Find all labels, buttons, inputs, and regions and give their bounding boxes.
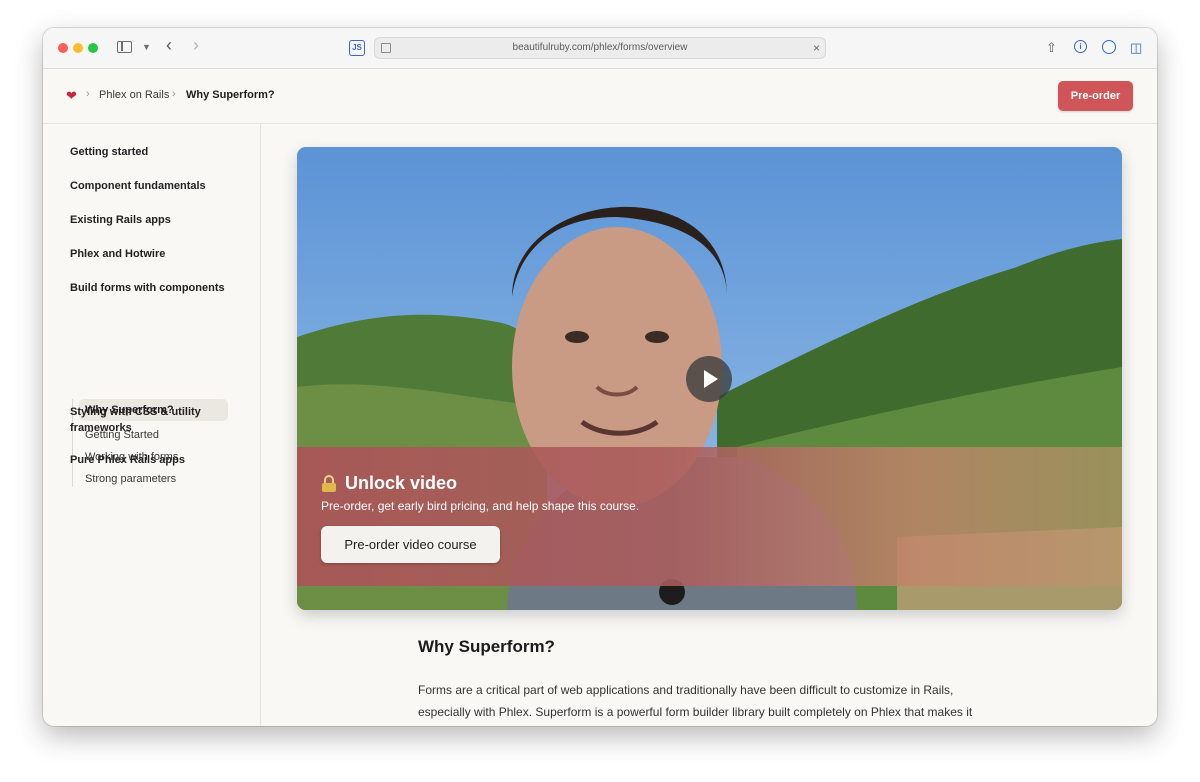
play-button[interactable] [686,356,732,402]
browser-window: ▼ ‹ › JS beautifulruby.com/phlex/forms/o… [43,28,1157,726]
sidebar-subitem-strong-parameters[interactable]: Strong parameters [85,473,176,485]
zoom-window-button[interactable] [88,43,98,53]
url-text[interactable]: beautifulruby.com/phlex/forms/overview [375,42,825,53]
unlock-overlay: Unlock video Pre-order, get early bird p… [297,447,1122,586]
unlock-subtitle: Pre-order, get early bird pricing, and h… [321,499,640,513]
sidebar-item-getting-started[interactable]: Getting started [70,146,148,158]
breadcrumb-chevron-icon: › [172,88,176,100]
info-icon[interactable]: i [1074,40,1087,53]
browser-toolbar: ▼ ‹ › JS beautifulruby.com/phlex/forms/o… [43,28,1157,69]
address-bar[interactable]: beautifulruby.com/phlex/forms/overview × [374,37,826,59]
breadcrumb-current: Why Superform? [186,89,275,101]
article-body: Forms are a critical part of web applica… [418,683,973,719]
back-icon[interactable]: ‹ [166,36,172,54]
preorder-button[interactable]: Pre-order [1058,81,1133,111]
lock-icon [322,475,336,492]
video-player[interactable]: Unlock video Pre-order, get early bird p… [297,147,1122,610]
breadcrumb-parent[interactable]: Phlex on Rails [99,89,169,101]
cube-icon[interactable]: ◫ [1130,40,1142,56]
course-sidebar: Getting started Component fundamentals E… [43,124,261,726]
sidebar-item-existing-rails-apps[interactable]: Existing Rails apps [70,214,171,226]
unlock-title: Unlock video [345,473,458,493]
sidebar-toggle-icon[interactable] [117,41,132,53]
sidebar-item-build-forms[interactable]: Build forms with components [70,282,225,294]
share-icon[interactable]: ⇧ [1046,40,1057,56]
breadcrumb-chevron-icon: › [86,88,90,100]
extension-icon[interactable] [1102,40,1116,54]
sidebar-item-component-fundamentals[interactable]: Component fundamentals [70,180,206,192]
close-window-button[interactable] [58,43,68,53]
preorder-video-button[interactable]: Pre-order video course [321,526,500,563]
js-extension-icon[interactable]: JS [349,40,365,56]
sidebar-item-styling[interactable]: Styling with CSS & utility frameworks [70,404,220,436]
forward-icon[interactable]: › [193,36,199,54]
article-title: Why Superform? [418,637,555,656]
chevron-down-icon[interactable]: ▼ [142,40,151,54]
sidebar-item-phlex-and-hotwire[interactable]: Phlex and Hotwire [70,248,165,260]
clear-url-icon[interactable]: × [813,41,820,55]
minimize-window-button[interactable] [73,43,83,53]
site-header: ❤ › Phlex on Rails › Why Superform? Pre-… [43,69,1157,124]
sidebar-item-pure-phlex[interactable]: Pure Phlex Rails apps [70,454,185,466]
heart-icon[interactable]: ❤ [66,88,77,104]
